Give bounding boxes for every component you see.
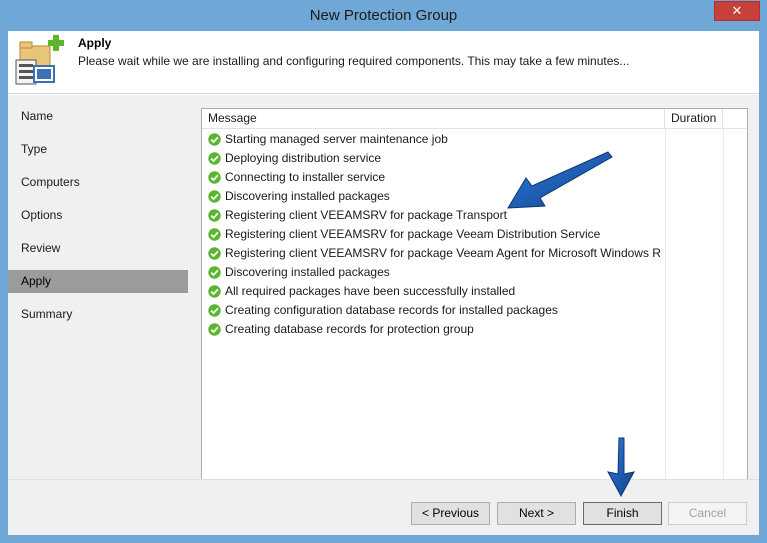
table-row[interactable]: Creating configuration database records …	[202, 301, 747, 320]
next-button[interactable]: Next >	[497, 502, 576, 525]
log-message: Deploying distribution service	[225, 151, 382, 165]
success-check-icon	[208, 304, 221, 317]
log-message: Creating configuration database records …	[225, 303, 558, 317]
sidebar-item-review[interactable]: Review	[8, 237, 188, 260]
sidebar-item-computers[interactable]: Computers	[8, 171, 188, 194]
log-message: Starting managed server maintenance job	[225, 132, 448, 146]
sidebar-item-name[interactable]: Name	[8, 105, 188, 128]
success-check-icon	[208, 323, 221, 336]
column-header-message[interactable]: Message	[202, 109, 665, 129]
apply-log-grid[interactable]: Message Duration Starting managed server…	[201, 108, 748, 480]
success-check-icon	[208, 247, 221, 260]
finish-button[interactable]: Finish	[583, 502, 662, 525]
log-message: Registering client VEEAMSRV for package …	[225, 227, 601, 241]
success-check-icon	[208, 152, 221, 165]
success-check-icon	[208, 266, 221, 279]
success-check-icon	[208, 171, 221, 184]
title-bar[interactable]: New Protection Group ✕	[0, 0, 767, 31]
protection-group-add-icon	[15, 35, 64, 85]
table-row[interactable]: Registering client VEEAMSRV for package …	[202, 206, 747, 225]
wizard-header: Apply Please wait while we are installin…	[8, 31, 759, 94]
table-row[interactable]: Connecting to installer service	[202, 168, 747, 187]
success-check-icon	[208, 190, 221, 203]
log-message: Creating database records for protection…	[225, 322, 474, 336]
table-row[interactable]: Discovering installed packages	[202, 263, 747, 282]
sidebar-item-summary[interactable]: Summary	[8, 303, 188, 326]
wizard-footer: < Previous Next > Finish Cancel	[8, 479, 759, 535]
apply-content: Message Duration Starting managed server…	[188, 95, 759, 480]
column-header-duration[interactable]: Duration	[665, 109, 723, 129]
table-row[interactable]: All required packages have been successf…	[202, 282, 747, 301]
dialog-client-area: Apply Please wait while we are installin…	[8, 31, 759, 535]
log-message: All required packages have been successf…	[225, 284, 516, 298]
table-row[interactable]: Starting managed server maintenance job	[202, 130, 747, 149]
success-check-icon	[208, 228, 221, 241]
log-message: Discovering installed packages	[225, 265, 390, 279]
cancel-button[interactable]: Cancel	[668, 502, 747, 525]
log-message: Connecting to installer service	[225, 170, 386, 184]
log-message: Registering client VEEAMSRV for package …	[225, 246, 662, 260]
success-check-icon	[208, 133, 221, 146]
step-description: Please wait while we are installing and …	[78, 54, 630, 68]
sidebar-item-type[interactable]: Type	[8, 138, 188, 161]
grid-header: Message Duration	[202, 109, 747, 129]
table-row[interactable]: Creating database records for protection…	[202, 320, 747, 339]
previous-button[interactable]: < Previous	[411, 502, 490, 525]
table-row[interactable]: Discovering installed packages	[202, 187, 747, 206]
success-check-icon	[208, 285, 221, 298]
table-row[interactable]: Deploying distribution service	[202, 149, 747, 168]
log-message: Discovering installed packages	[225, 189, 390, 203]
success-check-icon	[208, 209, 221, 222]
step-title: Apply	[78, 36, 112, 50]
sidebar-item-apply[interactable]: Apply	[8, 270, 188, 293]
wizard-steps-sidebar: Name Type Computers Options Review Apply…	[8, 95, 188, 479]
sidebar-item-options[interactable]: Options	[8, 204, 188, 227]
dialog-window: New Protection Group ✕ Apply Please wait…	[0, 0, 767, 543]
log-message: Registering client VEEAMSRV for package …	[225, 208, 507, 222]
window-title: New Protection Group	[309, 7, 458, 24]
table-row[interactable]: Registering client VEEAMSRV for package …	[202, 225, 747, 244]
table-row[interactable]: Registering client VEEAMSRV for package …	[202, 244, 747, 263]
close-button[interactable]: ✕	[714, 1, 760, 21]
